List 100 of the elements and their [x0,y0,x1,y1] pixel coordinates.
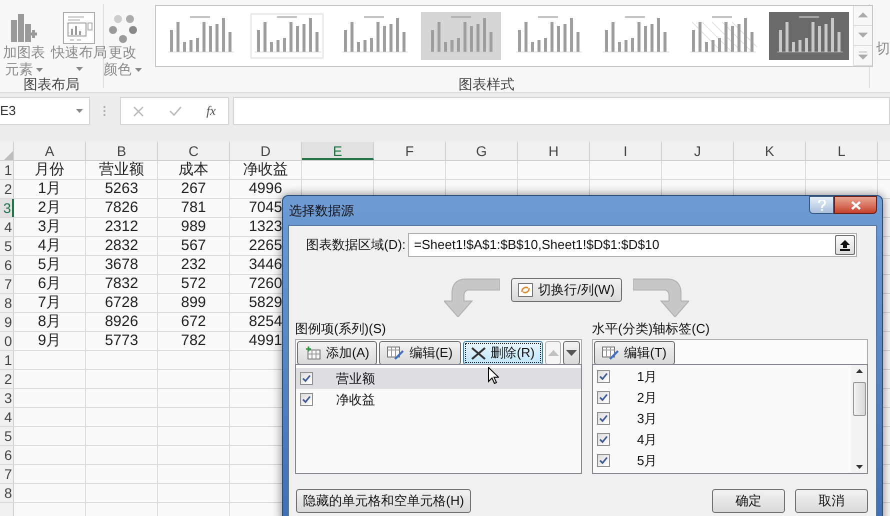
table-cell: 4月 [14,237,86,255]
chart-layout-icon [63,12,95,44]
column-header[interactable]: B [86,142,158,160]
data-range-field[interactable]: =Sheet1!$A$1:$B$10,Sheet1!$D$1:$D$10 [408,233,857,257]
checkbox[interactable] [300,372,313,385]
row-header[interactable]: 8 [0,294,14,312]
category-item[interactable]: 4月 [593,429,851,450]
scroll-down-icon [856,31,868,40]
hidden-cells-button[interactable]: 隐藏的单元格和空单元格(H) [296,489,472,513]
close-button[interactable] [834,196,877,214]
table-cell: 9月 [14,332,86,350]
table-cell: 5月 [14,256,86,274]
table-cell: 月份 [14,161,86,179]
column-header[interactable]: E [302,142,374,160]
row-header[interactable]: 6 [0,446,14,464]
row-header[interactable]: 7 [0,465,14,483]
field-label: 图表数据区域(D): [305,236,407,254]
column-header[interactable]: J [662,142,734,160]
row-header[interactable]: 5 [0,427,14,445]
table-cell: 572 [158,275,230,293]
row-header[interactable]: 6 [0,256,14,274]
chart-style-thumbnail[interactable] [768,12,848,60]
table-cell: 267 [158,180,230,198]
checkbox[interactable] [597,454,610,467]
scroll-down-button[interactable] [854,26,872,46]
delete-button[interactable]: 删除(R) [462,341,543,365]
curved-arrow-icon [632,277,689,317]
table-cell: 6月 [14,275,86,293]
bar-chart-plus-icon [11,12,37,44]
series-item[interactable]: 营业额 [296,368,581,389]
row-header[interactable]: 3 [0,199,14,217]
table-cell: 成本 [158,161,230,179]
down-button[interactable] [563,341,580,365]
table-cell: 1月 [14,180,86,198]
column-header[interactable]: I [590,142,662,160]
row-header[interactable]: 5 [0,237,14,255]
formula-input[interactable] [233,97,890,125]
edit-button[interactable]: 编辑(E) [379,341,461,365]
column-header[interactable]: L [806,142,878,160]
category-item[interactable]: 2月 [593,387,851,408]
row-header[interactable]: 4 [0,218,14,236]
category-item[interactable]: 3月 [593,408,851,429]
checkbox[interactable] [597,412,610,425]
cancel-icon[interactable] [133,106,144,116]
row-header[interactable]: 9 [0,313,14,331]
add-button[interactable]: 添加(A) [297,341,378,365]
column-header[interactable]: F [374,142,446,160]
group-label: 图表样式 [458,75,514,92]
checkbox[interactable] [597,433,610,446]
row-header[interactable]: 3 [0,389,14,407]
table-cell: 6728 [86,294,158,312]
row-header[interactable]: 8 [0,484,14,502]
category-item[interactable]: 1月 [593,366,851,387]
row-header[interactable]: 7 [0,275,14,293]
table-cell: 7月 [14,294,86,312]
row-header[interactable]: 2 [0,180,14,198]
chart-style-thumbnail[interactable] [420,12,500,60]
table-cell: 781 [158,199,230,217]
table-cell: 232 [158,256,230,274]
ok-button[interactable]: 确定 [712,489,785,513]
cancel-button[interactable]: 取消 [795,489,868,513]
scrollbar-thumb[interactable] [852,382,866,416]
curved-arrow-icon [444,277,500,317]
table-cell: 899 [158,294,230,312]
help-button[interactable] [809,196,834,214]
edit-button[interactable]: 编辑(T) [594,341,675,365]
series-item[interactable]: 净收益 [296,389,581,410]
row-header[interactable]: 0 [0,332,14,350]
row-header[interactable]: 1 [0,161,14,179]
column-header[interactable]: G [446,142,518,160]
scroll-up-icon [856,11,868,20]
grip-dots-icon [103,105,106,117]
table-pencil-icon [387,346,404,360]
checkbox[interactable] [300,393,313,406]
table-cell: 5773 [86,332,158,350]
row-header[interactable]: 2 [0,370,14,388]
scrollbar[interactable] [851,365,867,473]
row-header[interactable] [0,503,14,516]
color-dots-icon [108,14,138,44]
checkbox[interactable] [597,370,610,383]
check-icon[interactable] [168,106,182,116]
close-icon [850,200,860,210]
scroll-up-button[interactable] [854,6,872,26]
table-cell: 3月 [14,218,86,236]
column-header[interactable]: H [518,142,590,160]
expand-gallery-button[interactable] [854,46,872,66]
collapse-button[interactable] [835,235,855,255]
checkbox[interactable] [597,391,610,404]
table-cell: 782 [158,332,230,350]
switch-row-column-button[interactable]: 切换行/列(W) [511,278,622,302]
row-header[interactable]: 4 [0,408,14,426]
name-box[interactable]: E3 [0,97,90,125]
column-header[interactable]: K [734,142,806,160]
row-header[interactable]: 1 [0,351,14,369]
column-header[interactable]: C [158,142,230,160]
column-header[interactable]: A [14,142,86,160]
help-icon [818,200,826,210]
insert-function-button[interactable]: fx [206,101,216,121]
category-item[interactable]: 5月 [593,450,851,471]
upload-arrow-icon [840,240,850,250]
